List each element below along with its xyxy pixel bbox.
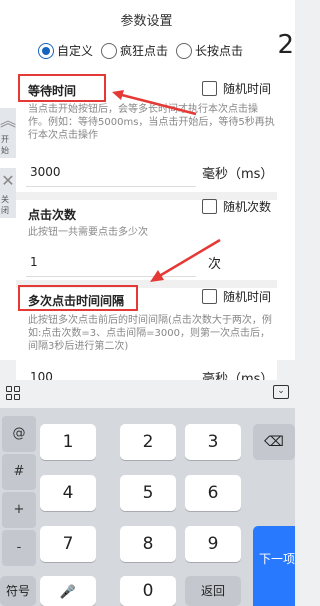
radio-custom[interactable]: 自定义 — [38, 42, 93, 59]
key-2[interactable]: 2 — [120, 424, 176, 460]
dialog-title: 参数设置 — [120, 14, 173, 29]
checkbox-icon[interactable] — [202, 81, 217, 96]
click-interval-unit: 毫秒（ms） — [202, 372, 274, 380]
settings-dialog: 参数设置 自定义 疯狂点击 长按点击 等待时间 随机时间 当点击开始按钮后，会等… — [16, 0, 277, 380]
radio-long-press-label: 长按点击 — [195, 44, 244, 58]
random-interval-checkbox[interactable]: 随机时间 — [202, 288, 271, 305]
key-4[interactable]: 4 — [40, 475, 96, 511]
key-7[interactable]: 7 — [40, 526, 96, 562]
wait-time-input[interactable]: 3000 — [30, 165, 61, 179]
symbol-key-minus[interactable]: - — [2, 530, 36, 566]
click-interval-description: 此按钮多次点击前后的时间间隔(点击次数大于两次，例如:点击次数=3、点击间隔=3… — [28, 315, 272, 352]
key-1[interactable]: 1 — [40, 424, 96, 460]
radio-crazy-click[interactable]: 疯狂点击 — [101, 42, 168, 59]
random-time-checkbox[interactable]: 随机时间 — [202, 80, 271, 97]
microphone-icon: 🎤 — [59, 585, 77, 600]
wait-time-highlight-box — [18, 74, 106, 102]
symbol-key-plus[interactable]: + — [2, 492, 36, 528]
close-label: 关闭 — [1, 195, 9, 215]
red-arrow-icon — [150, 238, 221, 282]
backspace-key[interactable]: ⌫ — [253, 424, 295, 460]
background-app-left: ︽ 开始 ✕ 关闭 — [0, 0, 16, 360]
click-interval-highlight-box — [18, 285, 138, 311]
backspace-icon: ⌫ — [264, 434, 284, 450]
start-button-background[interactable]: ︽ 开始 — [0, 108, 16, 158]
random-interval-label: 随机时间 — [223, 290, 272, 304]
back-key[interactable]: 返回 — [185, 576, 241, 606]
click-interval-input[interactable]: 100 — [30, 370, 53, 380]
red-arrow-icon — [112, 90, 197, 116]
click-count-input[interactable]: 1 — [30, 255, 38, 269]
symbol-key-at[interactable]: @ — [2, 416, 36, 452]
wait-time-underline — [26, 186, 196, 187]
random-count-checkbox[interactable]: 随机次数 — [202, 198, 271, 215]
key-8[interactable]: 8 — [120, 526, 176, 562]
radio-crazy-click-label: 疯狂点击 — [120, 44, 169, 58]
numeric-keyboard: ⌄ @ # + - 1 2 3 ⌫ 4 5 6 7 8 9 符号 🎤 0 返回 … — [0, 380, 295, 606]
next-item-key[interactable]: 下一项 — [253, 526, 295, 606]
radio-unchecked-icon[interactable] — [101, 42, 118, 59]
keyboard-hide-icon[interactable]: ⌄ — [273, 385, 289, 399]
key-3[interactable]: 3 — [185, 424, 241, 460]
checkbox-icon[interactable] — [202, 199, 217, 214]
symbol-switch-key[interactable]: 符号 — [0, 576, 36, 606]
background-app-right: 2 7 — [277, 0, 295, 508]
key-9[interactable]: 9 — [185, 526, 241, 562]
radio-long-press[interactable]: 长按点击 — [176, 42, 243, 59]
background-digit: 2 — [277, 30, 294, 60]
radio-custom-label: 自定义 — [57, 44, 94, 58]
key-0[interactable]: 0 — [120, 576, 176, 606]
symbol-key-hash[interactable]: # — [2, 454, 36, 490]
radio-checked-icon[interactable] — [38, 42, 54, 59]
random-count-label: 随机次数 — [223, 200, 272, 214]
key-5[interactable]: 5 — [120, 475, 176, 511]
checkbox-icon[interactable] — [202, 289, 217, 304]
key-6[interactable]: 6 — [185, 475, 241, 511]
double-chevron-up-icon: ︽ — [0, 111, 17, 130]
wait-time-unit: 毫秒（ms） — [202, 167, 274, 182]
mode-radio-group: 自定义 疯狂点击 长按点击 — [38, 42, 243, 59]
random-time-label: 随机时间 — [223, 82, 272, 96]
start-label: 开始 — [1, 135, 9, 155]
keyboard-toolbar: ⌄ — [0, 380, 295, 408]
click-count-label: 点击次数 — [28, 208, 77, 222]
close-button-background[interactable]: ✕ 关闭 — [0, 168, 16, 218]
grid-menu-icon[interactable] — [6, 386, 20, 400]
space-key[interactable]: 🎤 — [40, 576, 96, 606]
radio-unchecked-icon[interactable] — [176, 42, 193, 59]
close-x-icon: ✕ — [1, 171, 15, 190]
